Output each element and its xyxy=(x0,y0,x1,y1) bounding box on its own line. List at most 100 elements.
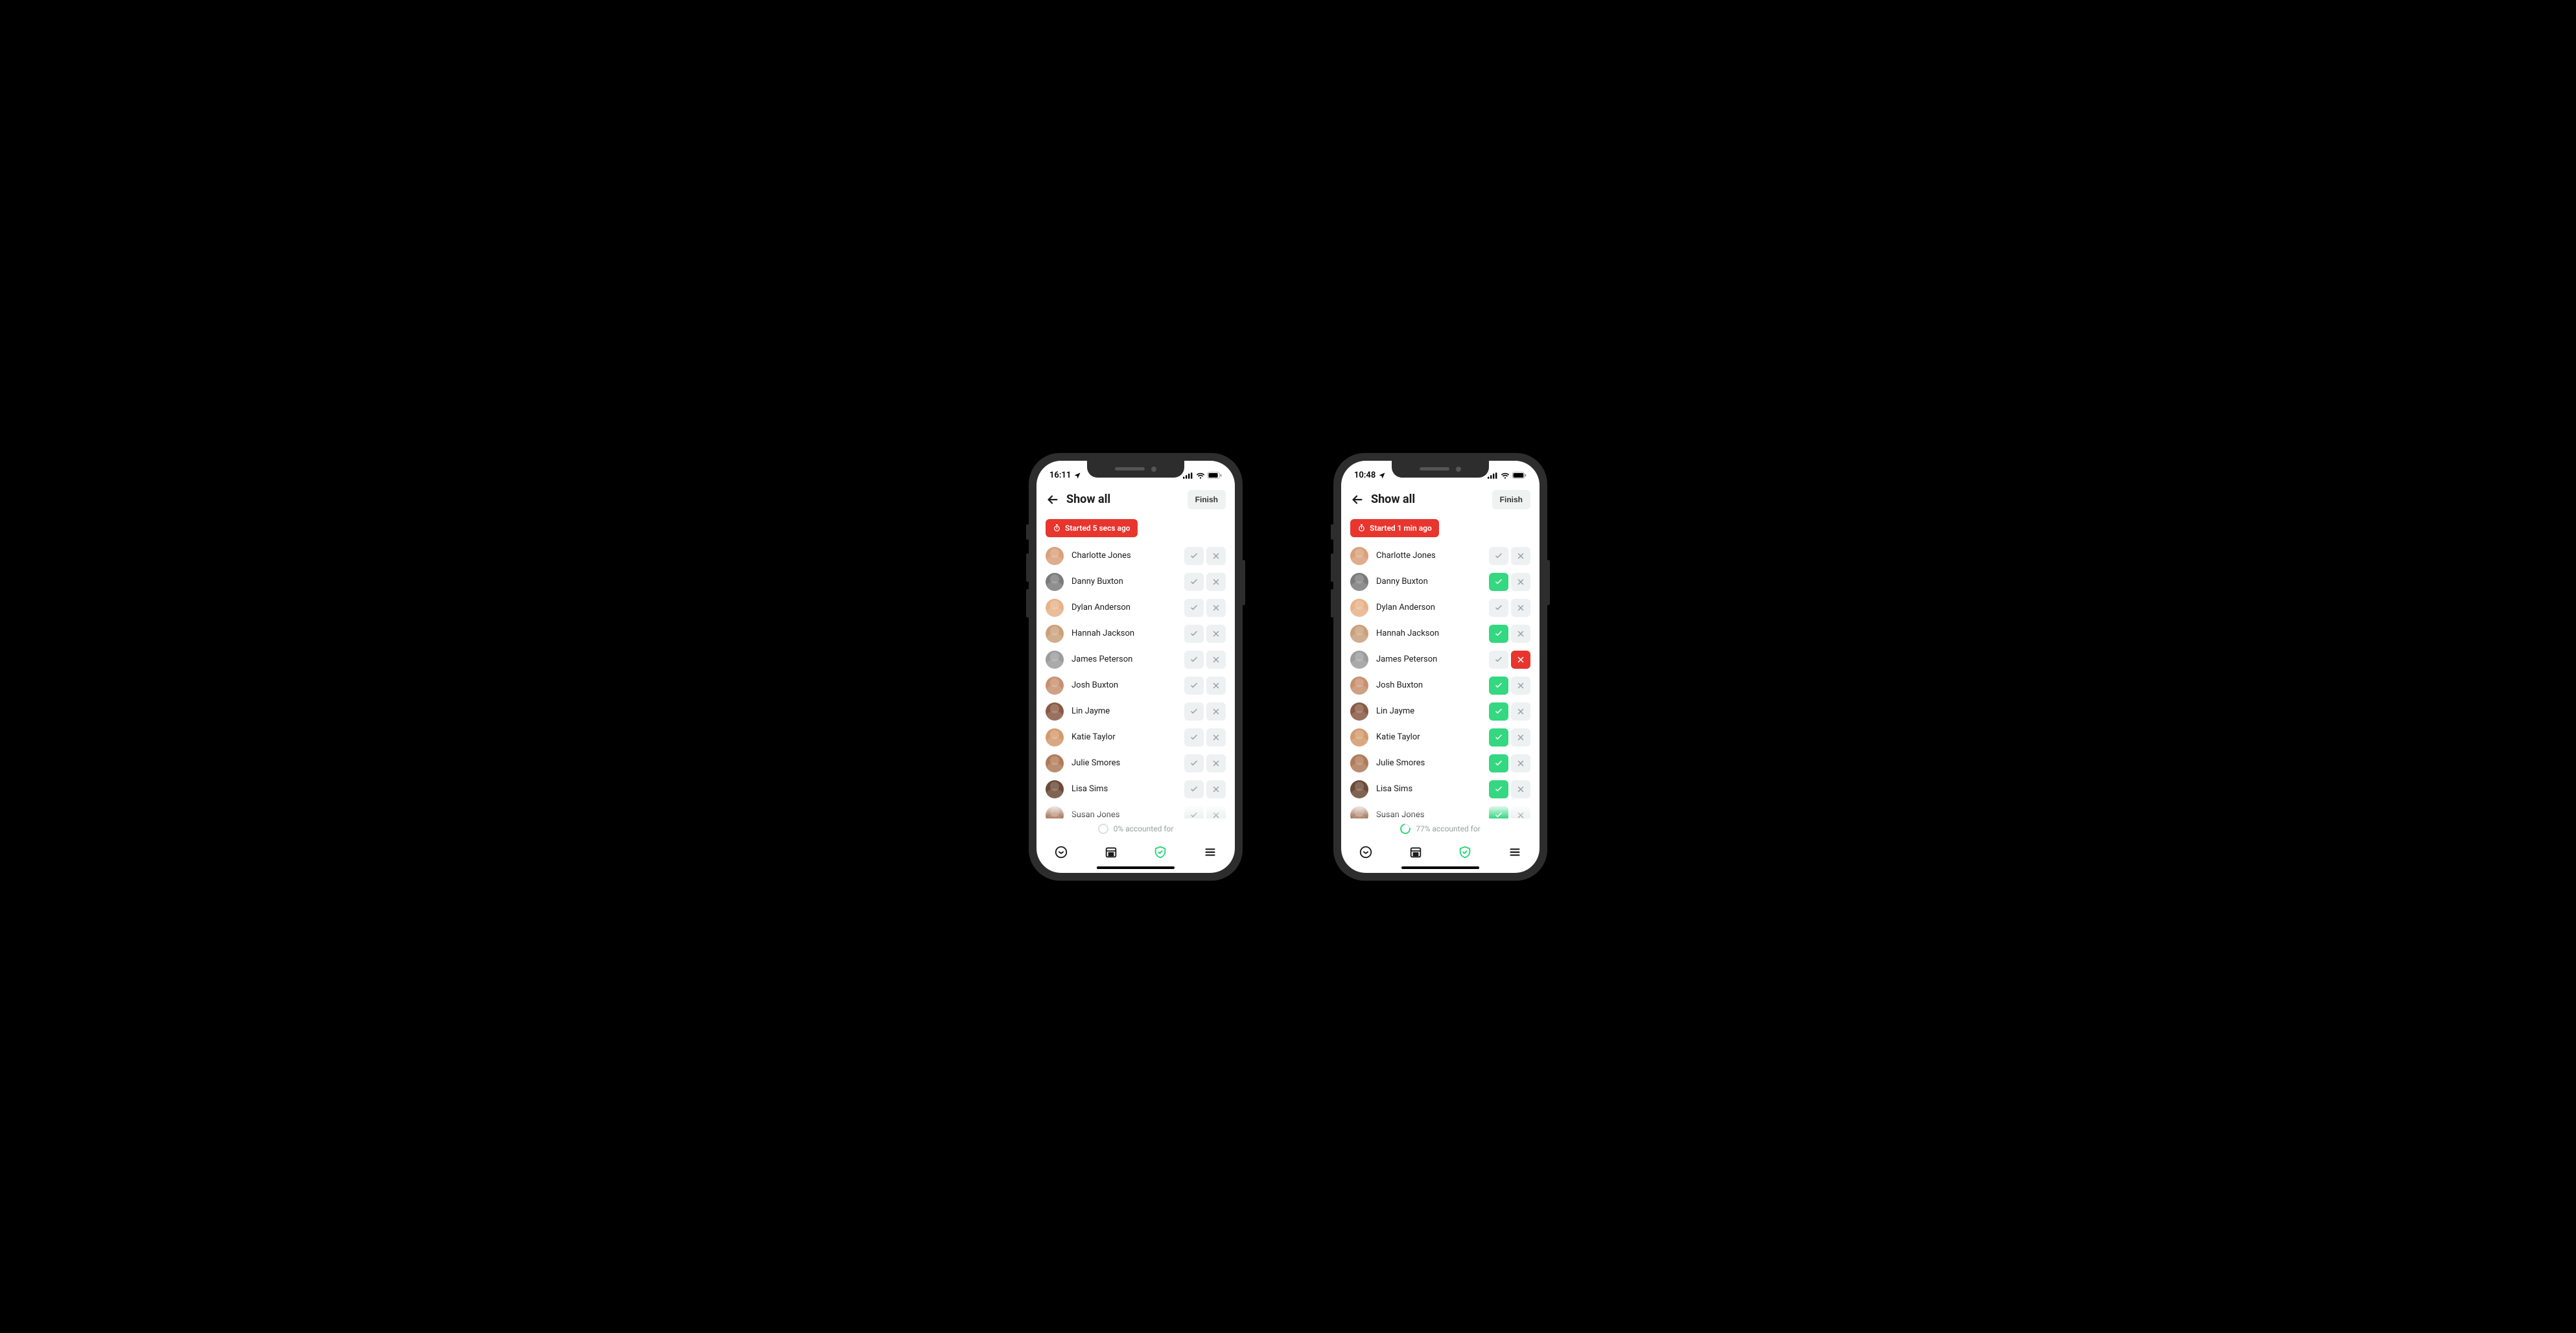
home-indicator[interactable] xyxy=(1401,866,1479,869)
battery-icon xyxy=(1208,472,1222,479)
check-button[interactable] xyxy=(1489,651,1508,669)
finish-button[interactable]: Finish xyxy=(1492,490,1530,509)
cross-button[interactable] xyxy=(1206,573,1226,591)
check-icon xyxy=(1189,551,1199,561)
check-button[interactable] xyxy=(1489,625,1508,643)
person-row[interactable]: Hannah Jackson xyxy=(1350,621,1530,646)
person-row[interactable]: Susan Jones xyxy=(1350,803,1530,818)
arrow-left-icon xyxy=(1046,493,1060,507)
person-row[interactable]: Dylan Anderson xyxy=(1350,596,1530,620)
tab-shield[interactable] xyxy=(1457,844,1473,861)
person-row[interactable]: James Peterson xyxy=(1046,647,1226,672)
person-row[interactable]: Lin Jayme xyxy=(1350,699,1530,724)
cross-button[interactable] xyxy=(1206,599,1226,617)
tab-menu[interactable] xyxy=(1506,844,1523,861)
tab-clock[interactable] xyxy=(1357,844,1374,861)
cross-button[interactable] xyxy=(1206,651,1226,669)
check-button[interactable] xyxy=(1184,625,1204,643)
check-button[interactable] xyxy=(1184,573,1204,591)
cross-button[interactable] xyxy=(1206,547,1226,565)
check-button[interactable] xyxy=(1489,780,1508,798)
check-button[interactable] xyxy=(1489,599,1508,617)
cross-button[interactable] xyxy=(1511,728,1530,747)
check-button[interactable] xyxy=(1489,547,1508,565)
check-button[interactable] xyxy=(1184,702,1204,721)
cross-button[interactable] xyxy=(1511,780,1530,798)
check-button[interactable] xyxy=(1184,728,1204,747)
cross-button[interactable] xyxy=(1511,677,1530,695)
person-row[interactable]: Lin Jayme xyxy=(1046,699,1226,724)
check-button[interactable] xyxy=(1184,599,1204,617)
people-list[interactable]: Charlotte JonesDanny BuxtonDylan Anderso… xyxy=(1341,544,1540,818)
cross-button[interactable] xyxy=(1206,728,1226,747)
back-button[interactable] xyxy=(1046,493,1060,507)
tab-calendar[interactable] xyxy=(1407,844,1424,861)
started-badge: Started 1 min ago xyxy=(1350,519,1439,537)
screen: 16:11 Show all Finish Started 5 secs ago… xyxy=(1036,461,1235,873)
person-row[interactable]: Dylan Anderson xyxy=(1046,596,1226,620)
cross-icon xyxy=(1212,655,1221,664)
check-button[interactable] xyxy=(1184,547,1204,565)
check-icon xyxy=(1189,707,1199,716)
notch xyxy=(1087,461,1184,478)
person-row[interactable]: Danny Buxton xyxy=(1046,570,1226,594)
cross-button[interactable] xyxy=(1206,780,1226,798)
person-row[interactable]: Hannah Jackson xyxy=(1046,621,1226,646)
tab-clock[interactable] xyxy=(1053,844,1070,861)
check-button[interactable] xyxy=(1184,754,1204,772)
cross-button[interactable] xyxy=(1206,625,1226,643)
cross-button[interactable] xyxy=(1206,754,1226,772)
person-row[interactable]: Danny Buxton xyxy=(1350,570,1530,594)
cross-button[interactable] xyxy=(1511,599,1530,617)
people-list[interactable]: Charlotte JonesDanny BuxtonDylan Anderso… xyxy=(1036,544,1235,818)
cross-button[interactable] xyxy=(1511,806,1530,818)
page-title: Show all xyxy=(1371,493,1486,506)
cross-button[interactable] xyxy=(1206,702,1226,721)
check-icon xyxy=(1494,629,1503,638)
cross-button[interactable] xyxy=(1206,806,1226,818)
check-button[interactable] xyxy=(1489,573,1508,591)
back-button[interactable] xyxy=(1350,493,1364,507)
front-camera xyxy=(1456,467,1461,472)
person-row[interactable]: Katie Taylor xyxy=(1046,725,1226,750)
person-row[interactable]: Charlotte Jones xyxy=(1046,544,1226,568)
row-actions xyxy=(1184,651,1226,669)
check-button[interactable] xyxy=(1489,728,1508,747)
person-row[interactable]: Julie Smores xyxy=(1046,751,1226,776)
check-button[interactable] xyxy=(1184,651,1204,669)
menu-icon xyxy=(1508,845,1522,859)
check-button[interactable] xyxy=(1184,780,1204,798)
person-row[interactable]: Josh Buxton xyxy=(1350,673,1530,698)
person-row[interactable]: Josh Buxton xyxy=(1046,673,1226,698)
check-button[interactable] xyxy=(1489,754,1508,772)
row-actions xyxy=(1489,599,1530,617)
check-button[interactable] xyxy=(1489,702,1508,721)
person-row[interactable]: Lisa Sims xyxy=(1350,777,1530,802)
cross-icon xyxy=(1516,811,1525,818)
person-row[interactable]: James Peterson xyxy=(1350,647,1530,672)
cross-button[interactable] xyxy=(1511,754,1530,772)
finish-button[interactable]: Finish xyxy=(1188,490,1226,509)
person-row[interactable]: Katie Taylor xyxy=(1350,725,1530,750)
tab-menu[interactable] xyxy=(1202,844,1219,861)
check-icon xyxy=(1189,603,1199,612)
cross-button[interactable] xyxy=(1511,651,1530,669)
tab-calendar[interactable] xyxy=(1103,844,1119,861)
home-indicator[interactable] xyxy=(1097,866,1175,869)
cross-button[interactable] xyxy=(1511,625,1530,643)
mute-switch xyxy=(1331,524,1334,540)
cross-button[interactable] xyxy=(1511,573,1530,591)
check-button[interactable] xyxy=(1184,806,1204,818)
cross-button[interactable] xyxy=(1206,677,1226,695)
check-icon xyxy=(1189,811,1199,818)
person-row[interactable]: Lisa Sims xyxy=(1046,777,1226,802)
cross-button[interactable] xyxy=(1511,702,1530,721)
person-row[interactable]: Susan Jones xyxy=(1046,803,1226,818)
cross-button[interactable] xyxy=(1511,547,1530,565)
check-button[interactable] xyxy=(1184,677,1204,695)
check-button[interactable] xyxy=(1489,677,1508,695)
person-row[interactable]: Julie Smores xyxy=(1350,751,1530,776)
person-row[interactable]: Charlotte Jones xyxy=(1350,544,1530,568)
tab-shield[interactable] xyxy=(1152,844,1169,861)
check-button[interactable] xyxy=(1489,806,1508,818)
